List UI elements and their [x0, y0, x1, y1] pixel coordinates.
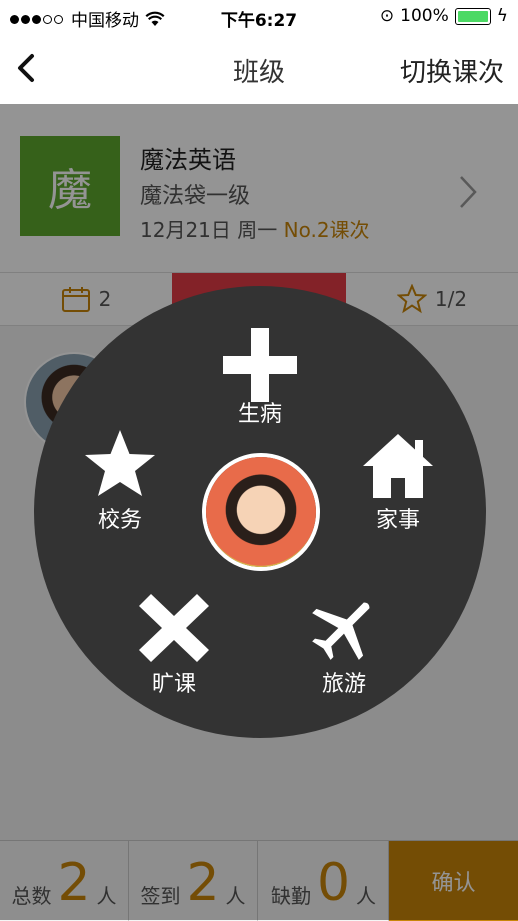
menu-item-family[interactable]: 家事 — [358, 432, 438, 534]
menu-item-label: 旅游 — [321, 672, 366, 697]
menu-item-label: 家事 — [375, 508, 420, 533]
menu-item-label: 校务 — [97, 508, 142, 533]
plane-icon — [312, 602, 370, 660]
status-right: ⊙ 100% ϟ — [380, 6, 508, 26]
menu-item-label: 旷课 — [151, 672, 196, 697]
menu-item-sick[interactable]: 生病 — [220, 328, 300, 428]
avatar — [206, 457, 316, 567]
menu-item-label: 生病 — [237, 402, 282, 427]
x-icon — [139, 594, 209, 662]
status-bar: 中国移动 下午6:27 ⊙ 100% ϟ — [0, 0, 518, 34]
selected-student-avatar[interactable] — [202, 453, 320, 571]
star-icon — [85, 430, 155, 496]
cross-icon — [223, 328, 297, 402]
battery-icon — [454, 7, 491, 25]
nav-bar: 班级 切换课次 — [0, 34, 518, 105]
battery-label: 100% — [400, 6, 449, 26]
switch-lesson-button[interactable]: 切换课次 — [400, 52, 504, 89]
menu-item-school[interactable]: 校务 — [80, 428, 160, 534]
menu-item-truancy[interactable]: 旷课 — [134, 592, 214, 698]
house-icon — [363, 434, 433, 498]
rotation-lock-icon: ⊙ — [379, 6, 395, 26]
charging-icon: ϟ — [496, 6, 508, 26]
menu-item-travel[interactable]: 旅游 — [304, 592, 384, 698]
